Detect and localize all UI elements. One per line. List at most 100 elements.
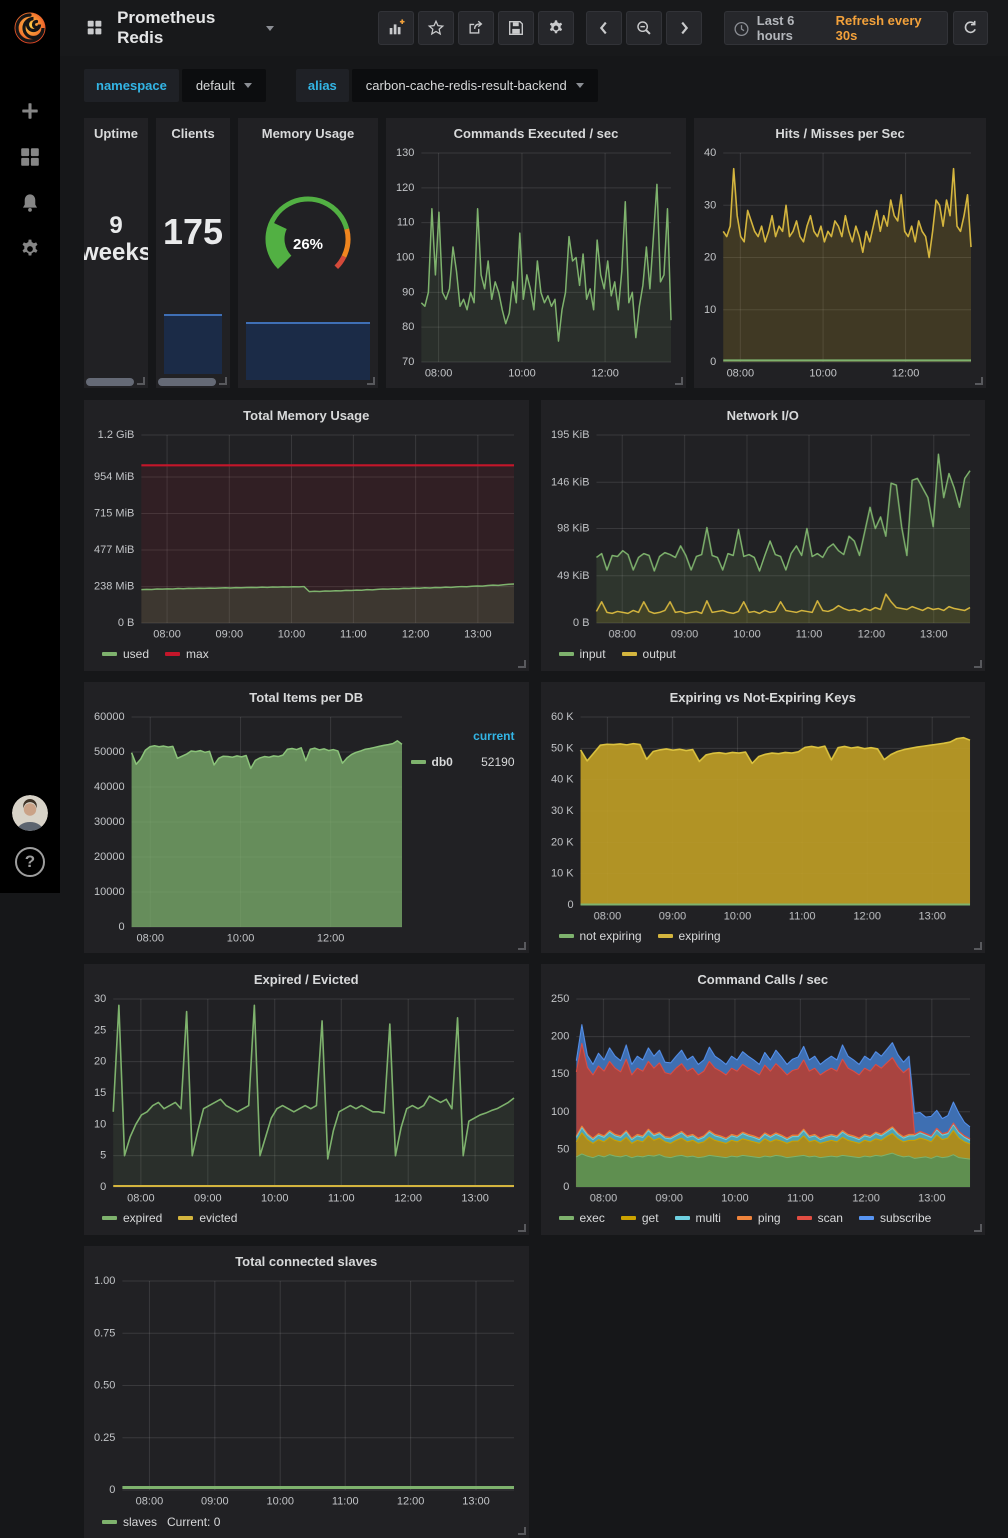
legend-item-expired[interactable]: expired	[102, 1211, 162, 1225]
dashboard-grid: Uptime 9 weeks Clients 175 Memory Usage	[60, 114, 1008, 1538]
time-range-label: Last 6 hours	[757, 13, 829, 43]
legend-item-slaves[interactable]: slavesCurrent: 0	[102, 1515, 220, 1529]
empty-grid-cell	[541, 1246, 986, 1538]
legend-swatch	[559, 652, 574, 656]
legend-item-evicted[interactable]: evicted	[178, 1211, 237, 1225]
save-button[interactable]	[498, 11, 534, 45]
panel-title[interactable]: Network I/O	[541, 400, 986, 425]
legend-item-exec[interactable]: exec	[559, 1211, 605, 1225]
time-forward-button[interactable]	[666, 11, 702, 45]
panel-title[interactable]: Expired / Evicted	[84, 964, 529, 989]
avatar[interactable]	[12, 795, 48, 831]
panel-network-io: Network I/O input output	[541, 400, 986, 671]
panel-title[interactable]: Hits / Misses per Sec	[694, 118, 986, 143]
legend-swatch	[102, 1520, 117, 1524]
panel-resize-handle[interactable]	[518, 1224, 526, 1232]
alias-select[interactable]: carbon-cache-redis-result-backend	[352, 69, 598, 102]
panel-command-calls: Command Calls / sec exec get multi ping scan…	[541, 964, 986, 1235]
legend-item-input[interactable]: input	[559, 647, 606, 661]
settings-gear-icon[interactable]	[19, 238, 41, 260]
panel-resize-handle[interactable]	[974, 660, 982, 668]
panel-resize-handle[interactable]	[518, 942, 526, 950]
panel-resize-handle[interactable]	[675, 377, 683, 385]
command-calls-chart[interactable]	[545, 991, 978, 1207]
legend-column-header[interactable]: current	[411, 729, 515, 755]
connected-slaves-chart[interactable]	[88, 1273, 521, 1510]
add-panel-button[interactable]	[378, 11, 414, 45]
panel-commands-executed: Commands Executed / sec	[386, 118, 686, 388]
commands-executed-chart[interactable]	[390, 145, 678, 382]
legend-item-get[interactable]: get	[621, 1211, 659, 1225]
uptime-value: 9 weeks	[84, 213, 148, 267]
alias-value: carbon-cache-redis-result-backend	[366, 78, 567, 93]
panel-row-1: Uptime 9 weeks Clients 175 Memory Usage	[84, 118, 985, 388]
panel-title[interactable]: Total Memory Usage	[84, 400, 529, 425]
panel-title[interactable]: Uptime	[84, 118, 148, 143]
network-io-chart[interactable]	[545, 427, 978, 643]
memory-gauge-value: 26%	[293, 236, 323, 253]
legend-swatch	[165, 652, 180, 656]
legend-item-subscribe[interactable]: subscribe	[859, 1211, 931, 1225]
legend-table: currentdb052190	[409, 709, 521, 947]
horizontal-scrollbar[interactable]	[86, 378, 134, 386]
legend-item-used[interactable]: used	[102, 647, 149, 661]
legend-item-expiring[interactable]: expiring	[658, 929, 721, 943]
alerting-bell-icon[interactable]	[19, 192, 41, 214]
legend: not expiring expiring	[541, 925, 986, 947]
dashboard-grid-icon[interactable]	[86, 19, 103, 37]
clients-sparkline	[164, 314, 222, 374]
panel-total-items-per-db: Total Items per DB currentdb052190	[84, 682, 529, 953]
grafana-logo-icon[interactable]	[10, 8, 50, 48]
dashboards-icon[interactable]	[19, 146, 41, 168]
legend-item-output[interactable]: output	[622, 647, 676, 661]
hits-misses-chart[interactable]	[698, 145, 978, 382]
refresh-button[interactable]	[953, 11, 988, 45]
legend-item-multi[interactable]: multi	[675, 1211, 721, 1225]
panel-title[interactable]: Clients	[156, 118, 230, 143]
star-button[interactable]	[418, 11, 454, 45]
expired-evicted-chart[interactable]	[88, 991, 521, 1207]
legend-item-ping[interactable]: ping	[737, 1211, 781, 1225]
panel-resize-handle[interactable]	[518, 660, 526, 668]
panel-title[interactable]: Expiring vs Not-Expiring Keys	[541, 682, 986, 707]
panel-title[interactable]: Total Items per DB	[84, 682, 529, 707]
panel-expired-evicted: Expired / Evicted expired evicted	[84, 964, 529, 1235]
panel-resize-handle[interactable]	[974, 1224, 982, 1232]
panel-resize-handle[interactable]	[219, 377, 227, 385]
panel-resize-handle[interactable]	[137, 377, 145, 385]
panel-title[interactable]: Commands Executed / sec	[386, 118, 686, 143]
add-icon[interactable]	[19, 100, 41, 122]
legend-swatch	[737, 1216, 752, 1220]
expiring-keys-chart[interactable]	[545, 709, 978, 925]
share-button[interactable]	[458, 11, 494, 45]
panel-resize-handle[interactable]	[975, 377, 983, 385]
panel-title[interactable]: Memory Usage	[238, 118, 378, 143]
dashboard-settings-button[interactable]	[538, 11, 574, 45]
panel-title[interactable]: Total connected slaves	[84, 1246, 529, 1271]
legend-item-scan[interactable]: scan	[797, 1211, 843, 1225]
legend-item-db0[interactable]: db052190	[411, 755, 515, 769]
time-picker-button[interactable]: Last 6 hours Refresh every 30s	[724, 11, 948, 45]
namespace-select[interactable]: default	[182, 69, 266, 102]
panel-total-memory-usage: Total Memory Usage used max	[84, 400, 529, 671]
panel-row-4: Expired / Evicted expired evicted Command…	[84, 964, 985, 1234]
dashboard-title[interactable]: Prometheus Redis	[117, 8, 274, 48]
legend-swatch	[102, 652, 117, 656]
zoom-out-button[interactable]	[626, 11, 662, 45]
horizontal-scrollbar[interactable]	[158, 378, 216, 386]
submenu: namespace default alias carbon-cache-red…	[60, 56, 1008, 114]
legend-item-not-expiring[interactable]: not expiring	[559, 929, 642, 943]
panel-hits-misses: Hits / Misses per Sec	[694, 118, 986, 388]
help-icon[interactable]: ?	[15, 847, 45, 877]
total-memory-chart[interactable]	[88, 427, 521, 643]
legend-swatch	[859, 1216, 874, 1220]
panel-resize-handle[interactable]	[974, 942, 982, 950]
page-title: Prometheus Redis	[117, 8, 258, 48]
panel-resize-handle[interactable]	[518, 1527, 526, 1535]
legend-swatch	[621, 1216, 636, 1220]
panel-title[interactable]: Command Calls / sec	[541, 964, 986, 989]
time-back-button[interactable]	[586, 11, 622, 45]
total-items-chart[interactable]	[88, 709, 409, 947]
legend-item-max[interactable]: max	[165, 647, 209, 661]
panel-resize-handle[interactable]	[367, 377, 375, 385]
